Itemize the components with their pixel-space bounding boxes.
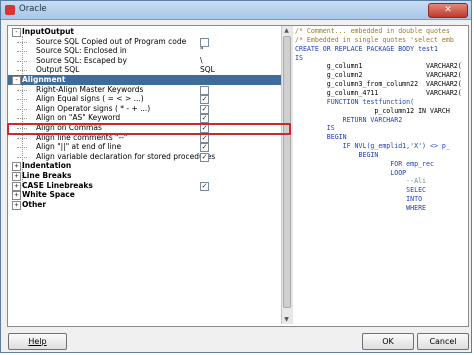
tree-row-label: Align Equal signs ( = < > ...) bbox=[36, 94, 144, 104]
help-button-label: Help bbox=[28, 337, 47, 346]
formatter-options-tree: - InputOutput Source SQL Copied out of Pro… bbox=[8, 26, 281, 324]
tree-connector bbox=[17, 37, 29, 47]
tree-item-align-operator-signs[interactable]: Align Operator signs ( * - + ...) ✓ bbox=[8, 104, 281, 114]
code-line: IF NVL(g_emplid1,'X') <> p_ bbox=[295, 142, 450, 151]
tree-row-label: Indentation bbox=[22, 161, 72, 171]
code-line: BEGIN bbox=[295, 133, 347, 142]
tree-row-label: Source SQL: Escaped by bbox=[36, 55, 127, 65]
code-line: g_column_4711 VARCHAR2( bbox=[295, 88, 462, 97]
tree-row-label: Line Breaks bbox=[22, 171, 72, 180]
option-value-field[interactable]: SQL bbox=[200, 65, 215, 75]
code-line: SELEC bbox=[295, 186, 427, 195]
tree-category-inputoutput[interactable]: - InputOutput bbox=[8, 27, 281, 37]
code-line: FUNCTION testfunction( bbox=[295, 97, 415, 106]
scrollbar-thumb[interactable] bbox=[283, 36, 291, 308]
tree-row-label: Align on "AS" Keyword bbox=[36, 113, 121, 123]
close-icon[interactable]: ✕ bbox=[428, 3, 468, 18]
code-line: /* Embedded in single quotes 'select emb bbox=[295, 35, 454, 44]
code-line: /* Comment... embedded in double quotes bbox=[295, 27, 450, 35]
code-line: g_column2 VARCHAR2( bbox=[295, 71, 462, 80]
tree-category-line-breaks[interactable]: + Line Breaks bbox=[8, 171, 281, 181]
tree-item-source-sql-copied-out-of-program-code[interactable]: Source SQL Copied out of Program code bbox=[8, 37, 281, 47]
align-on-commas-highlight bbox=[7, 123, 291, 135]
title-bar[interactable]: Oracle ✕ bbox=[1, 1, 471, 20]
code-line: FOR emp_rec bbox=[295, 159, 434, 168]
tree-row-label: Output SQL bbox=[36, 65, 80, 75]
code-line: CREATE OR REPLACE PACKAGE BODY test1 bbox=[295, 44, 438, 53]
oracle-app-icon bbox=[5, 5, 15, 15]
tree-item-align-variable-declaration-for-stored-procedures[interactable]: Align variable declaration for stored pr… bbox=[8, 152, 281, 162]
scroll-down-icon[interactable]: ▼ bbox=[283, 316, 290, 323]
options-panel: - InputOutput Source SQL Copied out of Pro… bbox=[7, 25, 469, 327]
code-line: WHERE bbox=[295, 204, 427, 212]
ok-button[interactable]: OK bbox=[362, 333, 414, 350]
code-line: g_column1 VARCHAR2( bbox=[295, 62, 462, 71]
window-title: Oracle bbox=[19, 4, 47, 14]
tree-connector bbox=[17, 142, 29, 152]
tree-connector bbox=[17, 85, 29, 95]
option-value-field[interactable]: \ bbox=[200, 56, 203, 66]
tree-item-source-sql-escaped-by[interactable]: Source SQL: Escaped by \ bbox=[8, 56, 281, 66]
tree-connector bbox=[17, 94, 29, 104]
tree-connector bbox=[17, 65, 29, 75]
tree-category-alignment[interactable]: - Alignment bbox=[8, 75, 281, 85]
tree-item-output-sql[interactable]: Output SQL SQL bbox=[8, 65, 281, 75]
tree-row-label: InputOutput bbox=[22, 27, 75, 36]
dialog-footer: Help OK Cancel bbox=[1, 325, 471, 354]
code-line: RETURN VARCHAR2 bbox=[295, 115, 403, 124]
option-value-field[interactable]: " bbox=[200, 46, 203, 56]
cancel-button[interactable]: Cancel bbox=[417, 333, 469, 350]
tree-category-indentation[interactable]: + Indentation bbox=[8, 161, 281, 172]
tree-item-right-align-master-keywords[interactable]: Right-Align Master Keywords bbox=[8, 85, 281, 95]
tree-item-align-on-as-keyword[interactable]: Align on "AS" Keyword ✓ bbox=[8, 113, 281, 124]
tree-item-align-equal-signs[interactable]: Align Equal signs ( = < > ...) ✓ bbox=[8, 94, 281, 105]
tree-row-label: Other bbox=[22, 199, 47, 209]
tree-item-source-sql-enclosed-in[interactable]: Source SQL: Enclosed in " bbox=[8, 46, 281, 56]
code-line: LOOP bbox=[295, 168, 407, 177]
tree-connector bbox=[17, 46, 29, 56]
tree-row-label: Right-Align Master Keywords bbox=[36, 84, 144, 94]
tree-row-label: Align variable declaration for stored pr… bbox=[36, 151, 216, 161]
tree-row-label: Align Operator signs ( * - + ...) bbox=[36, 103, 151, 113]
code-line: IS bbox=[295, 53, 303, 62]
tree-connector bbox=[17, 152, 29, 162]
tree-row-label: Alignment bbox=[22, 75, 66, 84]
code-line: INTO bbox=[295, 195, 423, 204]
tree-row-label: White Space bbox=[22, 190, 75, 200]
tree-category-case-linebreaks[interactable]: + CASE Linebreaks ✓ bbox=[8, 181, 281, 191]
tree-row-label: Align "||" at end of line bbox=[36, 142, 122, 152]
tree-category-white-space[interactable]: + White Space bbox=[8, 190, 281, 201]
tree-row-label: Source SQL Copied out of Program code bbox=[36, 36, 187, 46]
code-line: IS bbox=[295, 124, 335, 133]
tree-category-other[interactable]: + Other bbox=[8, 200, 281, 210]
tree-connector bbox=[17, 56, 29, 66]
code-line: p_column12 IN VARCH bbox=[295, 106, 450, 115]
code-line: g_column3_from_column22 VARCHAR2( bbox=[295, 80, 462, 89]
tree-row-label: CASE Linebreaks bbox=[22, 180, 93, 190]
tree-scrollbar[interactable]: ▲ ▼ bbox=[281, 26, 291, 324]
scroll-up-icon[interactable]: ▲ bbox=[283, 27, 290, 34]
expand-icon[interactable]: + bbox=[12, 200, 21, 210]
tree-connector bbox=[17, 113, 29, 123]
code-line: --Ali bbox=[295, 177, 427, 186]
tree-connector bbox=[17, 104, 29, 114]
oracle-dialog: Oracle ✕ - InputOutput Source SQL Copied o… bbox=[0, 0, 472, 353]
tree-item-align-at-end-of-line[interactable]: Align "||" at end of line ✓ bbox=[8, 142, 281, 153]
help-button[interactable]: Help bbox=[8, 333, 67, 350]
tree-row-label: Source SQL: Enclosed in bbox=[36, 46, 127, 56]
code-line: BEGIN bbox=[295, 150, 379, 159]
sql-preview-pane: /* Comment... embedded in double quotes /… bbox=[293, 26, 466, 324]
